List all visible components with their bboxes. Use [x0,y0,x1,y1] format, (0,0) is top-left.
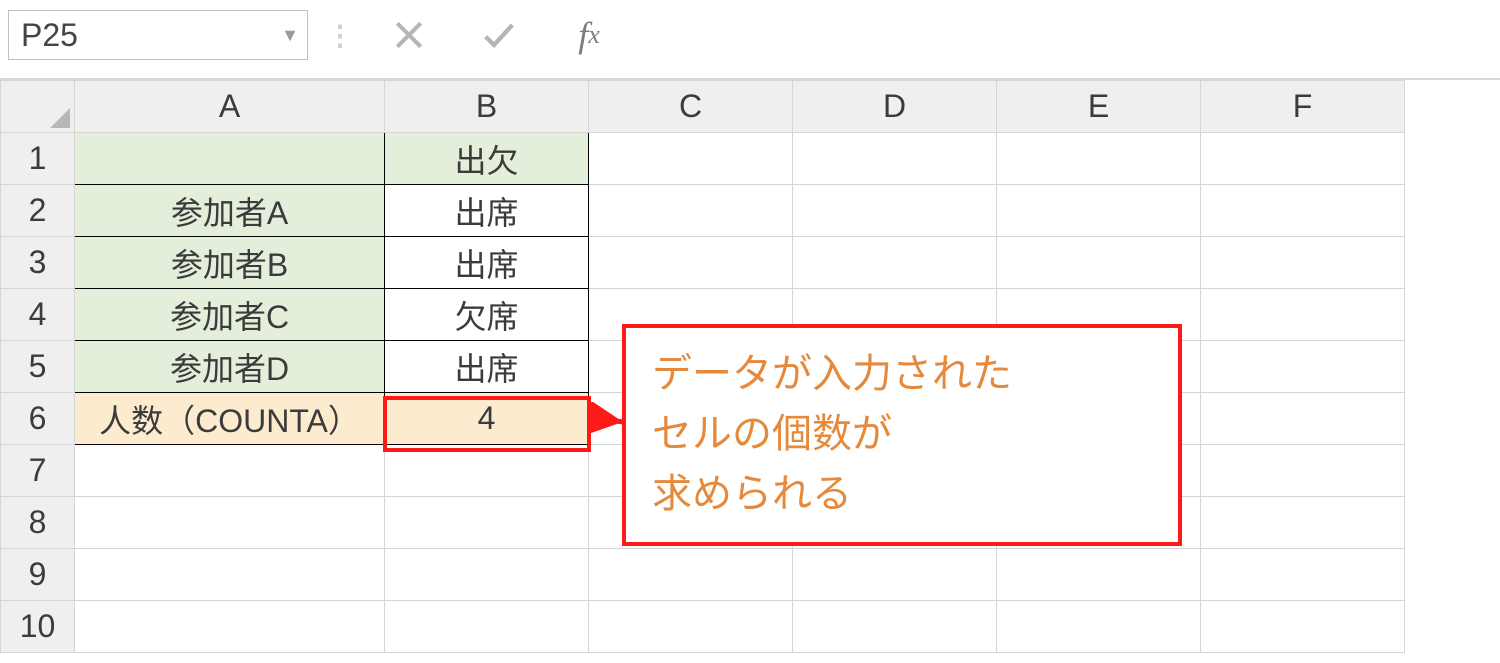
cell-C1[interactable] [589,133,793,185]
row-header-1[interactable]: 1 [1,133,75,185]
cell-E10[interactable] [997,601,1201,653]
row-header-6[interactable]: 6 [1,393,75,445]
cell-C9[interactable] [589,549,793,601]
cell-F1[interactable] [1201,133,1405,185]
cell-A1[interactable] [75,133,385,185]
chevron-down-icon[interactable]: ▼ [281,25,299,46]
cell-C3[interactable] [589,237,793,289]
cell-A8[interactable] [75,497,385,549]
cell-D2[interactable] [793,185,997,237]
cell-B7[interactable] [385,445,589,497]
select-all-corner[interactable] [1,81,75,133]
cell-A5[interactable]: 参加者D [75,341,385,393]
cell-F6[interactable] [1201,393,1405,445]
cell-D1[interactable] [793,133,997,185]
cell-B2[interactable]: 出席 [385,185,589,237]
col-header-C[interactable]: C [589,81,793,133]
formula-bar: P25 ▼ ⋮ fx [0,0,1500,80]
cell-B10[interactable] [385,601,589,653]
cell-F8[interactable] [1201,497,1405,549]
cell-B1[interactable]: 出欠 [385,133,589,185]
cell-A9[interactable] [75,549,385,601]
row-header-2[interactable]: 2 [1,185,75,237]
col-header-E[interactable]: E [997,81,1201,133]
cell-F4[interactable] [1201,289,1405,341]
cell-C10[interactable] [589,601,793,653]
cell-E1[interactable] [997,133,1201,185]
fx-icon[interactable]: fx [553,10,625,60]
enter-icon[interactable] [463,10,535,60]
cell-A10[interactable] [75,601,385,653]
cell-A2[interactable]: 参加者A [75,185,385,237]
cell-D9[interactable] [793,549,997,601]
col-header-D[interactable]: D [793,81,997,133]
cell-F3[interactable] [1201,237,1405,289]
cell-F10[interactable] [1201,601,1405,653]
row-header-8[interactable]: 8 [1,497,75,549]
cell-A6[interactable]: 人数（COUNTA） [75,393,385,445]
callout-line1: データが入力された [652,344,1152,404]
cell-B5[interactable]: 出席 [385,341,589,393]
cell-C2[interactable] [589,185,793,237]
cell-F2[interactable] [1201,185,1405,237]
row-header-4[interactable]: 4 [1,289,75,341]
cell-B9[interactable] [385,549,589,601]
cancel-icon[interactable] [373,10,445,60]
cell-E2[interactable] [997,185,1201,237]
cell-F7[interactable] [1201,445,1405,497]
row-header-3[interactable]: 3 [1,237,75,289]
formula-input[interactable] [643,10,1492,60]
annotation-callout: データが入力された セルの個数が 求められる [622,324,1182,546]
cell-D10[interactable] [793,601,997,653]
cell-E3[interactable] [997,237,1201,289]
cell-B4[interactable]: 欠席 [385,289,589,341]
spreadsheet-grid[interactable]: A B C D E F 1 出欠 2 参加者A 出席 3 参加者B 出席 4 参… [0,80,1500,653]
cell-F5[interactable] [1201,341,1405,393]
cell-F9[interactable] [1201,549,1405,601]
name-box-value: P25 [21,17,78,54]
col-header-F[interactable]: F [1201,81,1405,133]
col-header-A[interactable]: A [75,81,385,133]
row-header-9[interactable]: 9 [1,549,75,601]
row-header-7[interactable]: 7 [1,445,75,497]
cell-E9[interactable] [997,549,1201,601]
cell-A3[interactable]: 参加者B [75,237,385,289]
cell-B3[interactable]: 出席 [385,237,589,289]
separator-icon: ⋮ [326,19,355,52]
cell-B6[interactable]: 4 [385,393,589,445]
callout-line3: 求められる [652,464,1152,524]
row-header-5[interactable]: 5 [1,341,75,393]
cell-A4[interactable]: 参加者C [75,289,385,341]
row-header-10[interactable]: 10 [1,601,75,653]
cell-D3[interactable] [793,237,997,289]
col-header-B[interactable]: B [385,81,589,133]
callout-line2: セルの個数が [652,404,1152,464]
name-box[interactable]: P25 ▼ [8,10,308,60]
cell-A7[interactable] [75,445,385,497]
cell-B8[interactable] [385,497,589,549]
